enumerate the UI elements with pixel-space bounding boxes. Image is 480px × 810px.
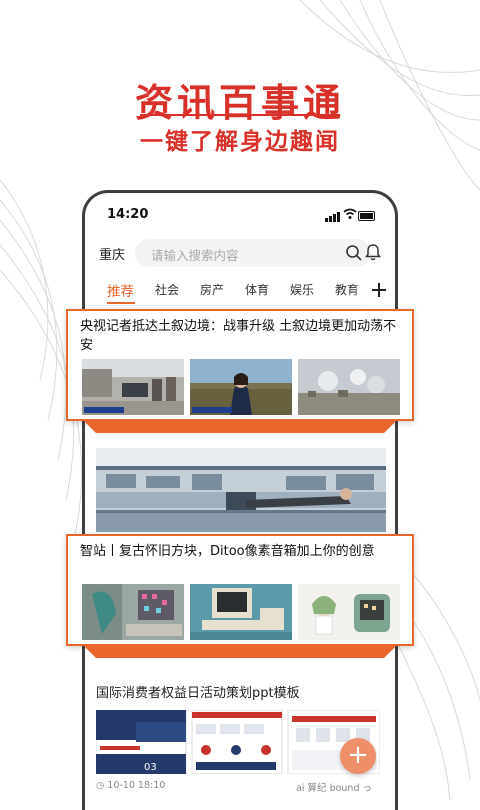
svg-text:03: 03 (144, 762, 157, 773)
office-photo (96, 448, 386, 532)
article-thumbnail (82, 584, 184, 640)
tab-education[interactable]: 教育 (335, 281, 359, 298)
bell-icon[interactable] (363, 242, 383, 262)
tab-entertainment[interactable]: 娱乐 (290, 281, 314, 298)
promo-title: 资讯百事通 (134, 81, 345, 125)
article-thumbnail (298, 359, 400, 415)
status-time: 14:20 (107, 207, 149, 222)
article-title: 智站丨复古怀旧方块，Ditoo像素音箱加上你的创意 (80, 544, 375, 559)
card-tab-decoration (84, 646, 396, 658)
article-thumbnail (190, 359, 292, 415)
tab-society[interactable]: 社会 (155, 281, 179, 298)
wifi-icon (343, 208, 357, 223)
search-icon[interactable] (345, 244, 363, 262)
compose-button[interactable]: + (340, 738, 376, 774)
ppt-thumbnails: 03 (96, 710, 380, 774)
active-tab-indicator (107, 302, 135, 304)
article-card-office[interactable] (96, 448, 386, 532)
article-card-border[interactable]: 央视记者抵达土叙边境：战事升级 土叙边境更加动荡不安 (66, 309, 414, 421)
add-tab-button[interactable] (365, 277, 393, 303)
battery-icon (358, 211, 375, 221)
tab-sports[interactable]: 体育 (245, 281, 269, 298)
article-title: 国际消费者权益日活动策划ppt模板 (96, 686, 300, 701)
article-date: ◷ 10-10 18:10 (96, 780, 166, 791)
tab-realestate[interactable]: 房产 (200, 281, 224, 298)
article-source: ai 算纪 bound っ (296, 783, 372, 794)
category-tabs: 推荐 社会 房产 体育 娱乐 教育 (85, 275, 395, 306)
search-input[interactable]: 请输入搜索内容 (135, 239, 371, 267)
article-thumbnail (190, 584, 292, 640)
tab-recommend[interactable]: 推荐 (107, 280, 134, 300)
city-selector[interactable]: 重庆 (99, 244, 125, 263)
article-thumbnail (82, 359, 184, 415)
article-card-ppt[interactable]: 国际消费者权益日活动策划ppt模板 03 ◷ 10-10 18:10 ai 算纪… (86, 670, 386, 800)
plus-icon (372, 283, 386, 297)
article-title: 央视记者抵达土叙边境：战事升级 土叙边境更加动荡不安 (80, 319, 397, 353)
article-card-border[interactable]: 智站丨复古怀旧方块，Ditoo像素音箱加上你的创意 (66, 534, 414, 646)
card-tab-decoration (84, 421, 396, 433)
article-thumbnail (298, 584, 400, 640)
promo-title-underline (140, 114, 340, 116)
search-placeholder: 请输入搜索内容 (151, 248, 239, 263)
status-bar: 14:20 (107, 207, 377, 225)
promo-subtitle: 一键了解身边趣闻 (140, 129, 340, 155)
